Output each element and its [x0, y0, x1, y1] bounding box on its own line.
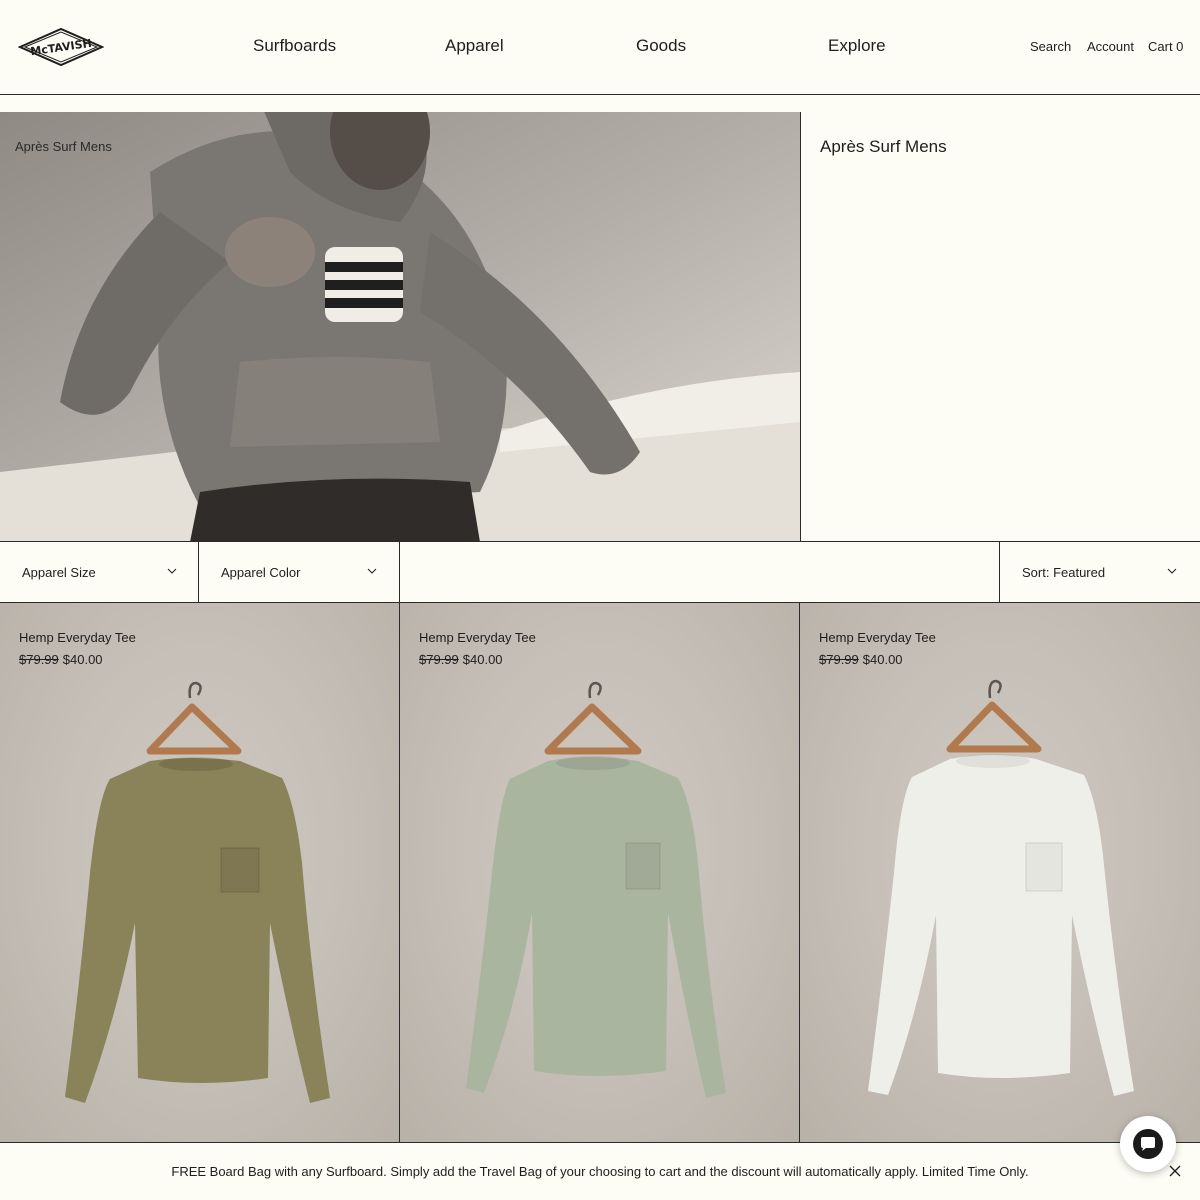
- close-icon[interactable]: [1168, 1164, 1182, 1178]
- product-price: $79.99 $40.00: [819, 652, 903, 667]
- product-name[interactable]: Hemp Everyday Tee: [19, 630, 136, 645]
- product-price: $79.99 $40.00: [419, 652, 503, 667]
- sort-label: Sort: Featured: [1022, 565, 1106, 580]
- chat-icon: [1133, 1129, 1163, 1159]
- nav-goods[interactable]: Goods: [636, 36, 686, 56]
- product-card[interactable]: Hemp Everyday Tee $79.99 $40.00: [0, 603, 400, 1143]
- chat-button[interactable]: [1120, 1116, 1176, 1172]
- mctavish-logo[interactable]: McTAVISH: [18, 27, 104, 67]
- apparel-size-label: Apparel Size: [22, 565, 96, 580]
- product-price: $79.99 $40.00: [19, 652, 103, 667]
- nav-surfboards[interactable]: Surfboards: [253, 36, 336, 56]
- account-link[interactable]: Account: [1087, 39, 1134, 54]
- product-image: [868, 679, 1134, 1096]
- shirt-shape: [65, 758, 330, 1103]
- collection-info-panel: Après Surf Mens: [800, 112, 1200, 542]
- cart-link[interactable]: Cart 0: [1148, 39, 1183, 54]
- search-link[interactable]: Search: [1030, 39, 1071, 54]
- card-divider: [799, 603, 800, 1143]
- shirt-shape: [868, 755, 1134, 1096]
- product-name[interactable]: Hemp Everyday Tee: [419, 630, 536, 645]
- apparel-color-filter[interactable]: Apparel Color: [199, 542, 399, 602]
- product-image: [466, 681, 726, 1098]
- product-price-old: $79.99: [419, 652, 459, 667]
- product-price-old: $79.99: [19, 652, 59, 667]
- chat-bubble-icon: [1141, 1137, 1155, 1151]
- promo-banner-text: FREE Board Bag with any Surfboard. Simpl…: [171, 1164, 1029, 1179]
- card-divider: [399, 603, 400, 1143]
- product-image: [65, 681, 330, 1103]
- product-price-sale: $40.00: [62, 652, 103, 667]
- sort-select[interactable]: Sort: Featured: [1000, 542, 1200, 602]
- chevron-down-icon: [167, 568, 177, 574]
- chevron-down-icon: [367, 568, 377, 574]
- product-card[interactable]: Hemp Everyday Tee $79.99 $40.00: [800, 603, 1200, 1143]
- site-header: McTAVISH Surfboards Apparel Goods Explor…: [0, 0, 1200, 95]
- shirt-shape: [466, 757, 726, 1098]
- product-grid: Hemp Everyday Tee $79.99 $40.00 Hemp Ever…: [0, 603, 1200, 1143]
- filter-bar: Apparel Size Apparel Color Sort: Feature…: [0, 541, 1200, 603]
- apparel-color-label: Apparel Color: [221, 565, 301, 580]
- apparel-size-filter[interactable]: Apparel Size: [0, 542, 199, 602]
- nav-explore[interactable]: Explore: [828, 36, 886, 56]
- chevron-down-icon: [1167, 568, 1177, 574]
- hero-illustration: [0, 112, 800, 542]
- promo-banner: FREE Board Bag with any Surfboard. Simpl…: [0, 1142, 1200, 1200]
- hero-caption: Après Surf Mens: [15, 139, 112, 154]
- product-price-sale: $40.00: [862, 652, 903, 667]
- filter-divider: [399, 542, 400, 602]
- collection-title: Après Surf Mens: [820, 137, 947, 156]
- product-price-sale: $40.00: [462, 652, 503, 667]
- hero-image: Après Surf Mens: [0, 112, 800, 542]
- product-card[interactable]: Hemp Everyday Tee $79.99 $40.00: [400, 603, 800, 1143]
- product-name[interactable]: Hemp Everyday Tee: [819, 630, 936, 645]
- product-price-old: $79.99: [819, 652, 859, 667]
- nav-apparel[interactable]: Apparel: [445, 36, 504, 56]
